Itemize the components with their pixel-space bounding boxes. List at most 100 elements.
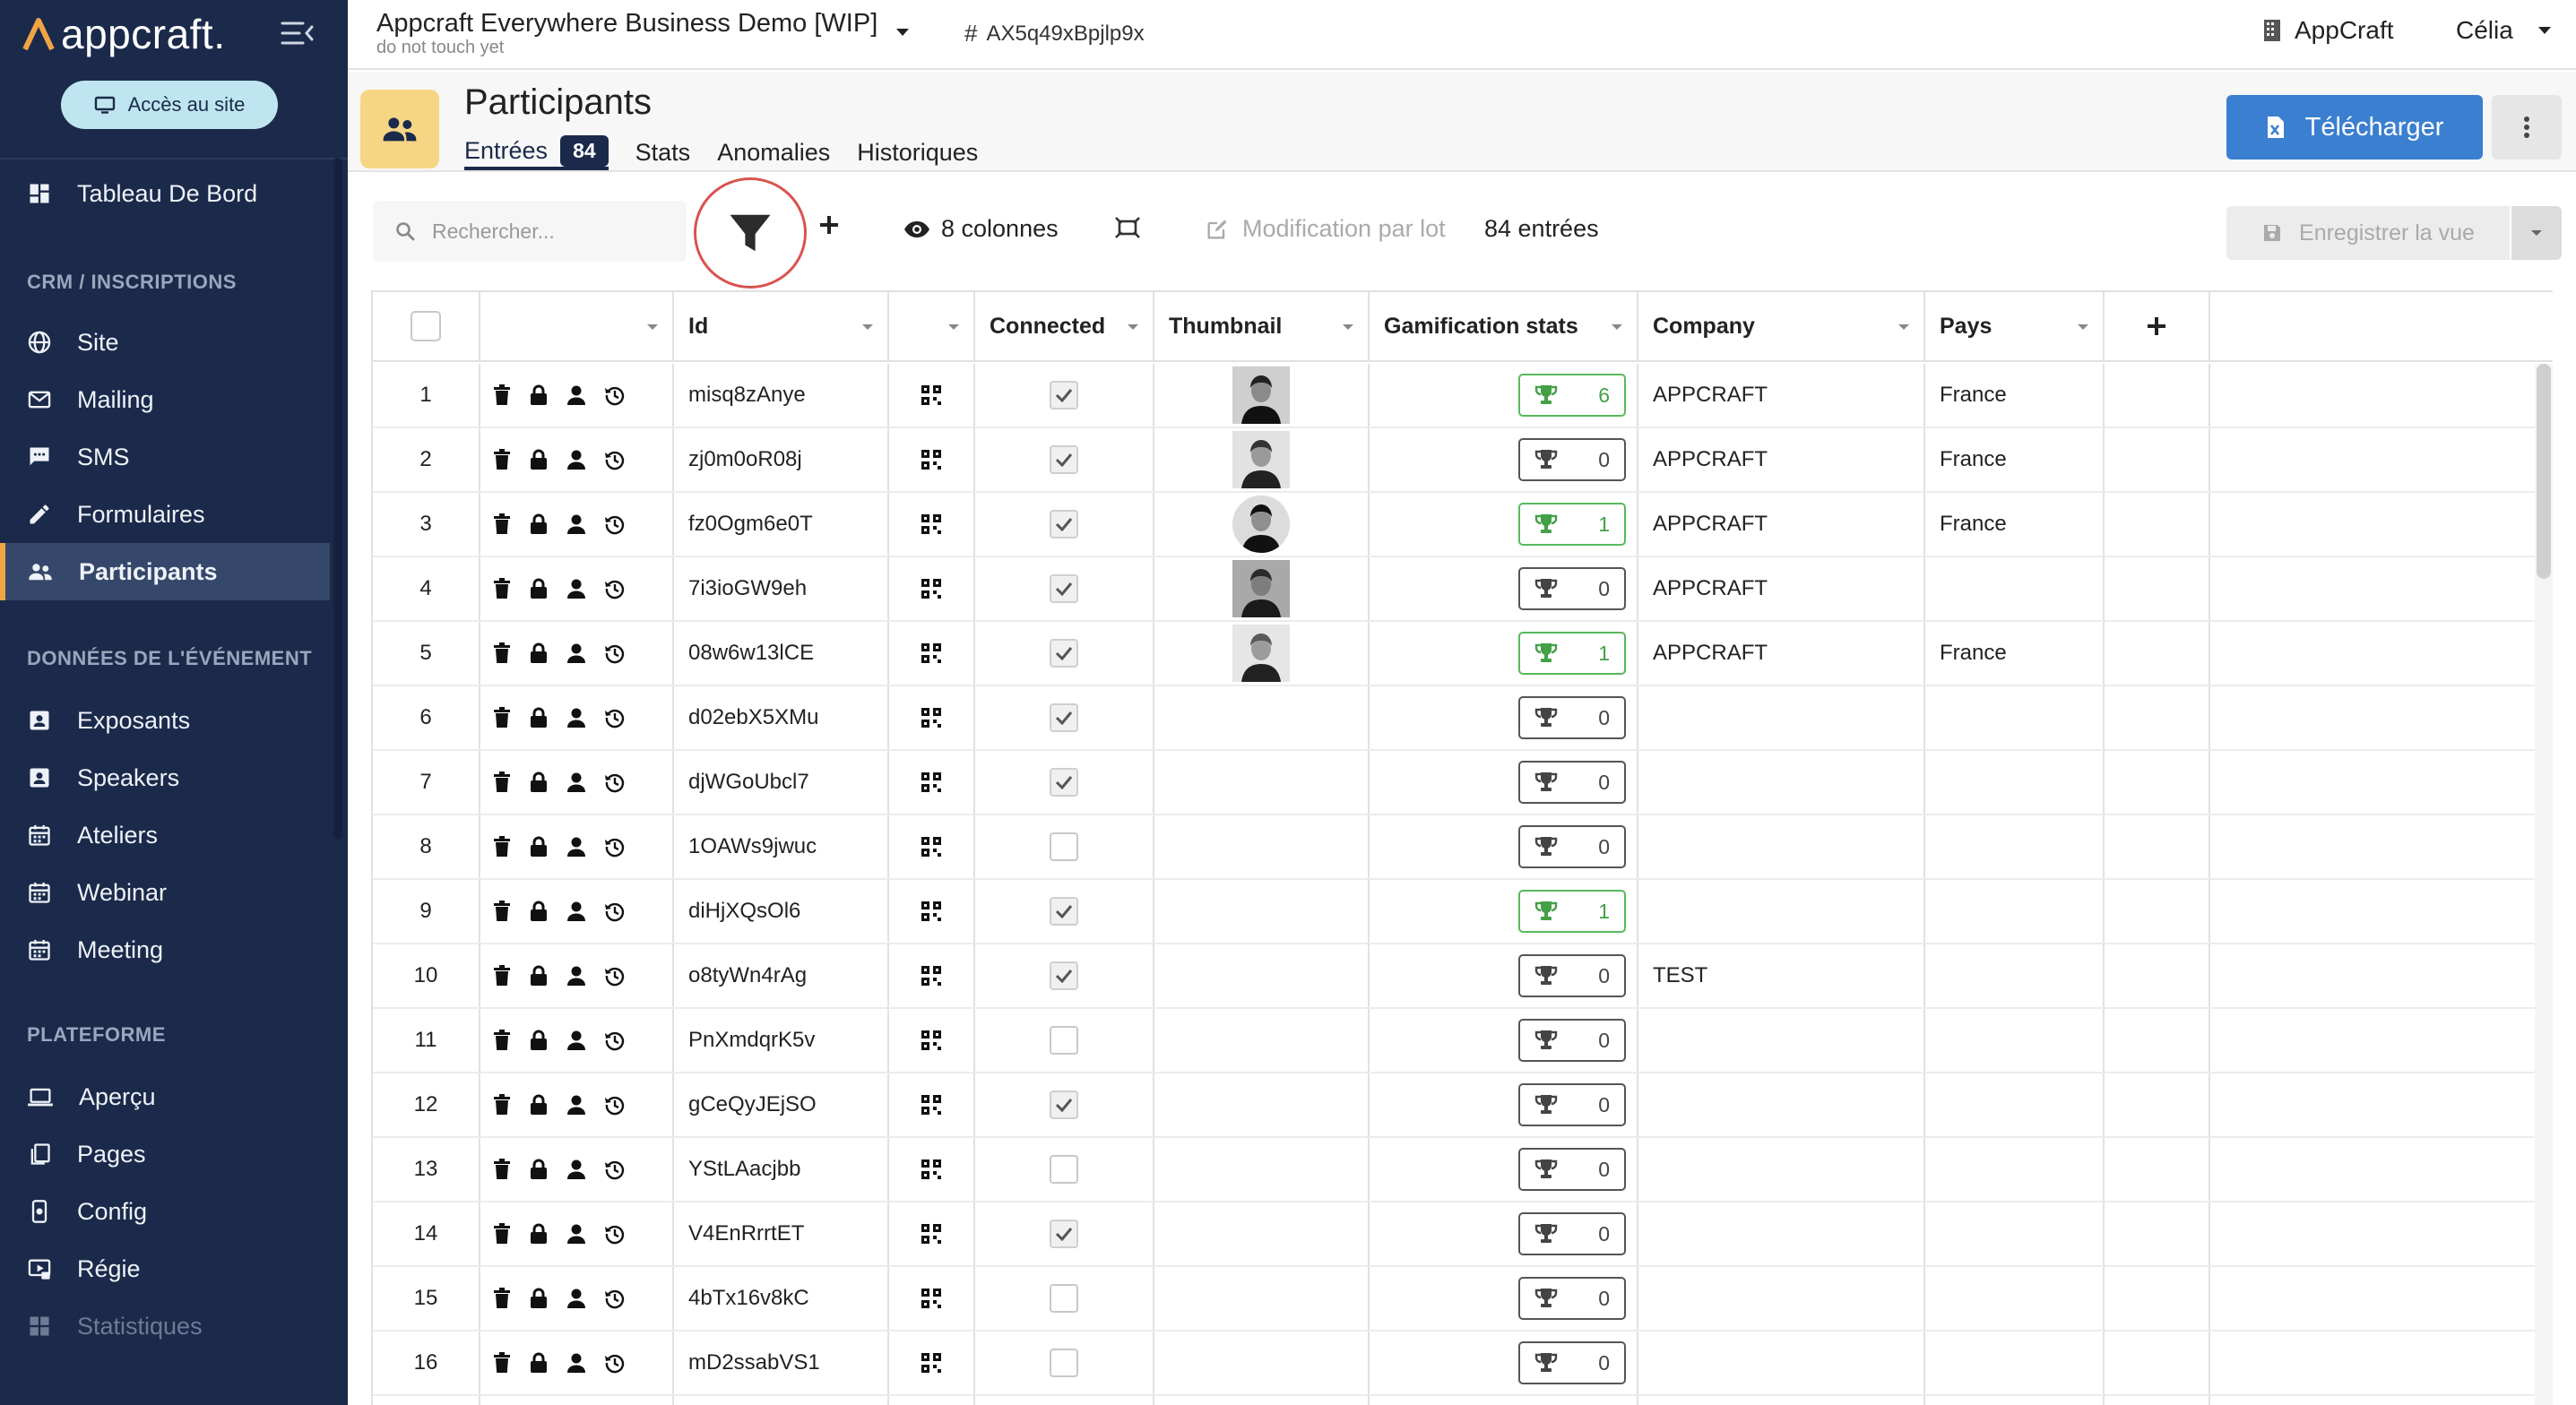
row-number[interactable]: 9: [373, 880, 480, 943]
select-all-checkbox[interactable]: [411, 311, 441, 341]
lock-icon[interactable]: [529, 449, 549, 470]
add-column-button[interactable]: [2105, 292, 2210, 360]
gamification-badge[interactable]: 6: [1518, 374, 1626, 417]
company-cell[interactable]: [1638, 1138, 1925, 1201]
qr-code-cell[interactable]: [889, 1009, 975, 1072]
trash-icon[interactable]: [493, 707, 511, 728]
table-row[interactable]: 7 djWGoUbcl7 0: [373, 751, 2553, 815]
connected-checkbox[interactable]: [1050, 832, 1078, 861]
qr-code-cell[interactable]: [889, 557, 975, 620]
lock-icon[interactable]: [529, 384, 549, 406]
lock-icon[interactable]: [529, 1288, 549, 1309]
history-icon[interactable]: [604, 1288, 626, 1309]
connected-checkbox[interactable]: [1050, 510, 1078, 539]
participant-thumbnail[interactable]: [1232, 431, 1290, 488]
add-filter-icon[interactable]: [817, 213, 841, 237]
company-cell[interactable]: [1638, 686, 1925, 749]
user-icon[interactable]: [566, 449, 586, 470]
project-name[interactable]: Appcraft Everywhere Business Demo [WIP]: [376, 9, 877, 39]
lock-icon[interactable]: [529, 1159, 549, 1180]
table-row[interactable]: 13 YStLAacjbb 0: [373, 1138, 2553, 1202]
table-row[interactable]: 11 PnXmdqrK5v 0: [373, 1009, 2553, 1073]
history-icon[interactable]: [604, 1223, 626, 1245]
row-number[interactable]: 5: [373, 622, 480, 685]
company-cell[interactable]: [1638, 1009, 1925, 1072]
participant-id[interactable]: 4bTx16v8kC: [674, 1267, 889, 1330]
row-number[interactable]: 2: [373, 428, 480, 491]
table-row[interactable]: 14 V4EnRrrtET 0: [373, 1202, 2553, 1267]
gamification-badge[interactable]: 0: [1518, 1083, 1626, 1126]
trash-icon[interactable]: [493, 513, 511, 535]
row-number[interactable]: 17: [373, 1396, 480, 1405]
table-row[interactable]: 3 fz0Ogm6e0T 1 APPCRAFT France: [373, 493, 2553, 557]
filter-button[interactable]: [694, 177, 807, 289]
connected-checkbox[interactable]: [1050, 574, 1078, 603]
company-cell[interactable]: [1638, 1396, 1925, 1405]
header-qr-cell[interactable]: [889, 292, 975, 360]
company-cell[interactable]: [1638, 1073, 1925, 1136]
table-row[interactable]: 5 08w6w13lCE 1 APPCRAFT France: [373, 622, 2553, 686]
gamification-badge[interactable]: 0: [1518, 1019, 1626, 1062]
sidebar-item-sms[interactable]: SMS: [0, 428, 330, 486]
history-icon[interactable]: [604, 771, 626, 793]
table-row[interactable]: 15 4bTx16v8kC 0: [373, 1267, 2553, 1332]
gamification-badge[interactable]: 0: [1518, 825, 1626, 868]
connected-checkbox[interactable]: [1050, 1349, 1078, 1377]
connected-checkbox[interactable]: [1050, 703, 1078, 732]
company-cell[interactable]: APPCRAFT: [1638, 557, 1925, 620]
participant-thumbnail[interactable]: [1232, 560, 1290, 617]
gamification-badge[interactable]: 0: [1518, 1277, 1626, 1320]
sidebar-item-regie[interactable]: Régie: [0, 1240, 330, 1297]
connected-checkbox[interactable]: [1050, 381, 1078, 409]
user-icon[interactable]: [566, 771, 586, 793]
download-button[interactable]: Télécharger: [2226, 95, 2483, 159]
history-icon[interactable]: [604, 384, 626, 406]
participant-id[interactable]: d02ebX5XMu: [674, 686, 889, 749]
grid-vertical-scrollbar[interactable]: [2535, 364, 2553, 1405]
user-icon[interactable]: [566, 1030, 586, 1051]
user-icon[interactable]: [566, 901, 586, 922]
lock-icon[interactable]: [529, 1030, 549, 1051]
history-icon[interactable]: [604, 1030, 626, 1051]
sidebar-item-mailing[interactable]: Mailing: [0, 371, 330, 428]
save-view-button[interactable]: Enregistrer la vue: [2226, 206, 2510, 260]
chevron-down-icon[interactable]: [895, 27, 911, 38]
row-number[interactable]: 15: [373, 1267, 480, 1330]
user-icon[interactable]: [566, 1094, 586, 1116]
sidebar-item-exposants[interactable]: Exposants: [0, 692, 330, 749]
participant-id[interactable]: 08w6w13lCE: [674, 622, 889, 685]
history-icon[interactable]: [604, 836, 626, 858]
participant-id[interactable]: ic0589O0xh: [674, 1396, 889, 1405]
history-icon[interactable]: [604, 965, 626, 987]
trash-icon[interactable]: [493, 1223, 511, 1245]
project-id[interactable]: # AX5q49xBpjlp9x: [964, 20, 1145, 47]
qr-code-cell[interactable]: [889, 1202, 975, 1265]
pays-cell[interactable]: France: [1925, 364, 2105, 427]
lock-icon[interactable]: [529, 1223, 549, 1245]
gamification-badge[interactable]: 0: [1518, 761, 1626, 804]
trash-icon[interactable]: [493, 771, 511, 793]
qr-code-cell[interactable]: [889, 815, 975, 878]
participant-thumbnail[interactable]: [1232, 496, 1290, 553]
sidebar-item-pages[interactable]: Pages: [0, 1125, 330, 1183]
header-gamification-stats[interactable]: Gamification stats: [1370, 292, 1638, 360]
sidebar-item-speakers[interactable]: Speakers: [0, 749, 330, 806]
tab-entrees[interactable]: Entrées 84: [464, 134, 609, 170]
gamification-badge[interactable]: 1: [1518, 632, 1626, 675]
history-icon[interactable]: [604, 513, 626, 535]
history-icon[interactable]: [604, 578, 626, 599]
participant-id[interactable]: zj0m0oR08j: [674, 428, 889, 491]
company-cell[interactable]: [1638, 1332, 1925, 1394]
connected-checkbox[interactable]: [1050, 1220, 1078, 1248]
company-cell[interactable]: APPCRAFT: [1638, 428, 1925, 491]
user-icon[interactable]: [566, 578, 586, 599]
gamification-badge[interactable]: 0: [1518, 696, 1626, 739]
header-company[interactable]: Company: [1638, 292, 1925, 360]
trash-icon[interactable]: [493, 578, 511, 599]
qr-code-cell[interactable]: [889, 880, 975, 943]
participant-id[interactable]: djWGoUbcl7: [674, 751, 889, 814]
history-icon[interactable]: [604, 901, 626, 922]
company-cell[interactable]: APPCRAFT: [1638, 493, 1925, 556]
row-number[interactable]: 10: [373, 944, 480, 1007]
trash-icon[interactable]: [493, 1030, 511, 1051]
